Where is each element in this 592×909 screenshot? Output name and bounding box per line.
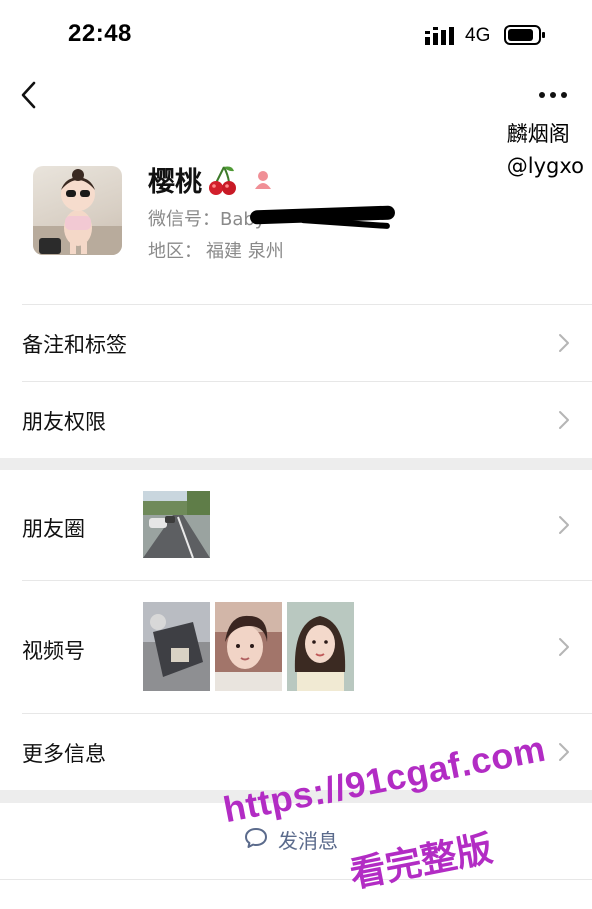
avatar[interactable] xyxy=(33,166,122,255)
female-icon xyxy=(255,170,271,189)
chat-bubble-icon xyxy=(245,828,267,848)
region-label: 地区： xyxy=(148,241,202,262)
battery-icon xyxy=(504,25,545,45)
send-message-label: 发消息 xyxy=(278,829,338,853)
channels-thumbnail xyxy=(287,602,354,691)
region-value: 福建 泉州 xyxy=(206,241,284,262)
channels-thumbnail xyxy=(215,602,282,691)
chevron-left-icon[interactable] xyxy=(18,80,40,110)
row-moments[interactable]: 朋友圈 xyxy=(0,470,592,580)
profile-header: 樱桃 微信号：Baby 地区： 福建 泉州 xyxy=(0,150,592,300)
cherry-icon xyxy=(209,166,236,195)
chevron-right-icon xyxy=(559,638,569,656)
chevron-right-icon xyxy=(559,516,569,534)
network-label: 4G xyxy=(465,25,491,46)
signal-bars-icon xyxy=(425,27,454,45)
status-time: 22:48 xyxy=(68,20,132,47)
channels-thumbnail xyxy=(143,602,210,691)
status-bar: 22:48 4G xyxy=(0,0,592,70)
row-label: 备注和标签 xyxy=(22,333,127,357)
bottom-action-bar xyxy=(0,879,592,909)
nickname: 樱桃 xyxy=(148,167,202,198)
row-friend-permissions[interactable]: 朋友权限 xyxy=(0,382,592,458)
chevron-right-icon xyxy=(559,411,569,429)
watermark-top-line1: 麟烟阁 xyxy=(506,122,570,146)
row-remarks-tags[interactable]: 备注和标签 xyxy=(0,305,592,381)
chevron-right-icon xyxy=(559,743,569,761)
row-label: 朋友权限 xyxy=(22,410,106,434)
avatar-image xyxy=(33,169,122,255)
section-gap xyxy=(0,458,592,470)
row-label: 朋友圈 xyxy=(22,517,85,541)
wechat-id: 微信号：Baby xyxy=(148,209,266,230)
row-channels[interactable]: 视频号 xyxy=(0,581,592,713)
region-row: 地区： 福建 泉州 xyxy=(148,237,284,263)
ellipsis-icon[interactable] xyxy=(538,90,568,100)
row-label: 更多信息 xyxy=(22,742,106,766)
chevron-right-icon xyxy=(559,334,569,352)
row-label: 视频号 xyxy=(22,639,85,663)
nav-bar xyxy=(0,70,592,122)
nickname-row: 樱桃 xyxy=(148,160,276,199)
moments-thumbnail xyxy=(143,491,210,558)
